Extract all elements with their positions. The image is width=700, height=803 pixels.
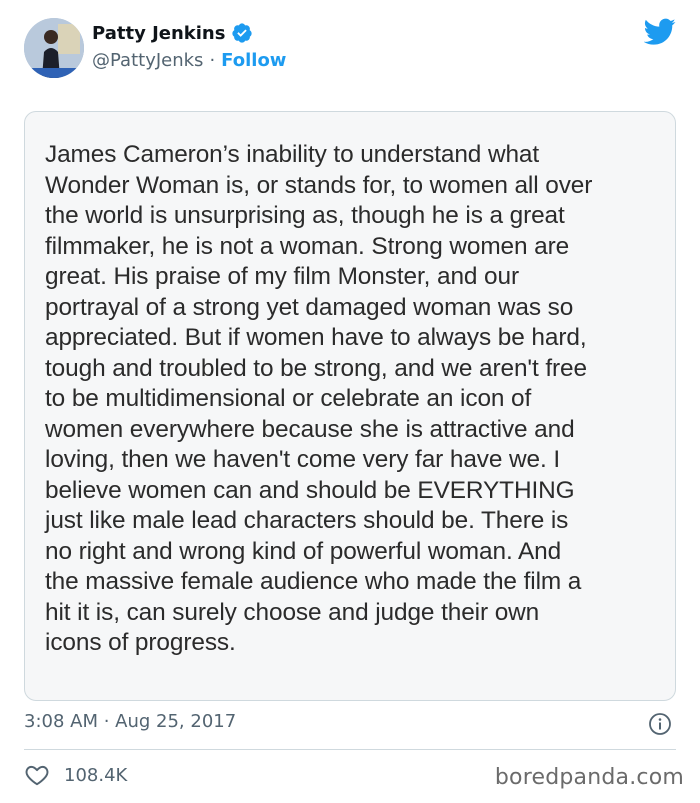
statement-text: James Cameron’s inability to understand … [45, 140, 665, 659]
verified-badge-icon [231, 22, 253, 44]
divider [24, 749, 676, 750]
heart-icon[interactable] [24, 762, 50, 788]
statement-line: icons of progress. [45, 629, 236, 656]
statement-line: portrayal of a strong yet damaged woman … [45, 293, 574, 321]
statement-line: filmmaker, he is not a woman. Strong wom… [45, 232, 570, 260]
twitter-bird-icon[interactable] [643, 18, 676, 46]
statement-line: Wonder Woman is, or stands for, to women… [45, 171, 593, 199]
info-icon[interactable] [648, 712, 672, 736]
statement-image[interactable]: James Cameron’s inability to understand … [24, 111, 676, 701]
like-count: 108.4K [64, 764, 128, 786]
statement-line: to be multidimensional or celebrate an i… [45, 385, 532, 412]
statement-line: just like male lead characters should be… [45, 507, 569, 534]
author-avatar[interactable] [24, 18, 84, 78]
tweet-timestamp[interactable]: 3:08 AM · Aug 25, 2017 [24, 711, 236, 732]
statement-line: James Cameron’s inability to understand … [45, 141, 540, 168]
like-row[interactable]: 108.4K [24, 762, 127, 788]
statement-line: appreciated. But if women have to always… [45, 324, 587, 351]
statement-line: tough and troubled to be strong, and we … [45, 354, 587, 382]
statement-line: women everywhere because she is attracti… [45, 415, 575, 443]
statement-line: the massive female audience who made the… [45, 568, 582, 595]
statement-line: great. His praise of my film Monster, an… [45, 263, 520, 290]
author-handle[interactable]: @PattyJenks [92, 50, 203, 71]
statement-line: believe women can and should be EVERYTHI… [45, 476, 575, 504]
separator-dot: · [209, 50, 216, 71]
statement-line: hit it is, can surely choose and judge t… [45, 598, 540, 626]
tweet-card: Patty Jenkins @PattyJenks · Follow James… [0, 0, 700, 803]
statement-line: loving, then we haven't come very far ha… [45, 446, 561, 473]
author-display-name[interactable]: Patty Jenkins [92, 23, 225, 44]
author-name-row: Patty Jenkins [92, 22, 253, 44]
source-watermark: boredpanda.com [494, 765, 684, 790]
statement-line: the world is unsurprising as, though he … [45, 202, 565, 229]
follow-button[interactable]: Follow [221, 50, 286, 71]
author-handle-row: @PattyJenks · Follow [92, 50, 286, 71]
statement-line: no right and wrong kind of powerful woma… [45, 537, 562, 565]
